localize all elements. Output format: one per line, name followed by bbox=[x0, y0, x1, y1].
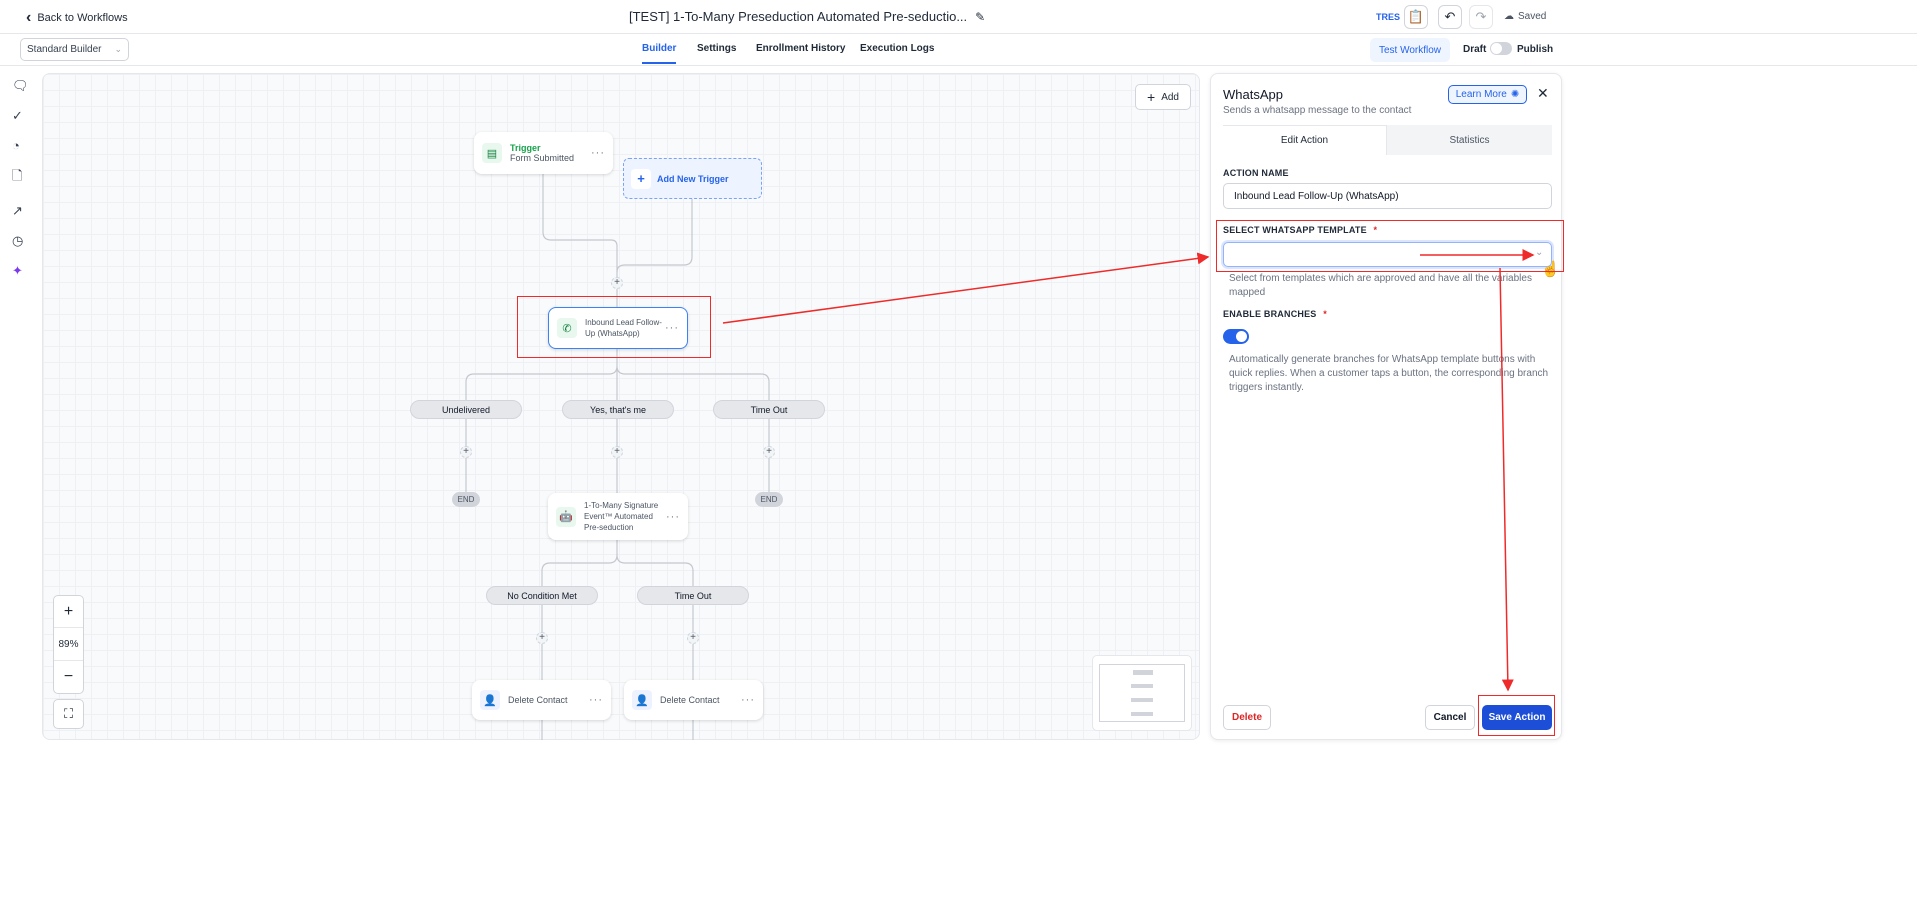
branch-no-condition-met[interactable]: No Condition Met bbox=[486, 586, 598, 605]
delete-contact-node[interactable]: 👤 Delete Contact ··· bbox=[624, 680, 763, 720]
plus-icon: + bbox=[631, 168, 651, 189]
template-label: SELECT WHATSAPP TEMPLATE * bbox=[1223, 225, 1378, 235]
panel-subtitle: Sends a whatsapp message to the contact bbox=[1223, 105, 1412, 116]
branch-undelivered[interactable]: Undelivered bbox=[410, 400, 522, 419]
branch-yes-thats-me[interactable]: Yes, that's me bbox=[562, 400, 674, 419]
zoom-controls: + 89% − bbox=[53, 595, 84, 694]
user-delete-icon: 👤 bbox=[632, 690, 652, 710]
connector bbox=[541, 539, 694, 586]
action-name-input[interactable]: Inbound Lead Follow-Up (WhatsApp) bbox=[1223, 183, 1552, 209]
chevron-down-icon: ⌄ bbox=[1535, 247, 1544, 258]
save-action-button[interactable]: Save Action bbox=[1482, 705, 1552, 730]
trigger-node[interactable]: ▤ Trigger Form Submitted ··· bbox=[474, 132, 613, 174]
user-delete-icon: 👤 bbox=[480, 690, 500, 710]
zoom-out-button[interactable]: − bbox=[54, 661, 83, 693]
zoom-level: 89% bbox=[54, 628, 83, 661]
more-icon[interactable]: ··· bbox=[665, 322, 679, 334]
minimap[interactable] bbox=[1092, 655, 1192, 731]
branch-time-out[interactable]: Time Out bbox=[637, 586, 749, 605]
connectors bbox=[465, 173, 770, 740]
tab-edit-action[interactable]: Edit Action bbox=[1223, 125, 1387, 155]
more-icon[interactable]: ··· bbox=[741, 694, 755, 706]
signature-event-node[interactable]: 🤖 1-To-Many Signature Event™ Automated P… bbox=[548, 493, 688, 540]
add-step-button[interactable]: + bbox=[611, 446, 623, 458]
branches-help: Automatically generate branches for What… bbox=[1229, 354, 1549, 393]
branches-label: ENABLE BRANCHES * bbox=[1223, 309, 1327, 319]
cancel-button[interactable]: Cancel bbox=[1425, 705, 1475, 730]
robot-icon: 🤖 bbox=[556, 506, 576, 527]
lightbulb-icon: ✺ bbox=[1510, 89, 1520, 100]
connector bbox=[542, 173, 618, 307]
end-node: END bbox=[755, 492, 783, 507]
more-icon[interactable]: ··· bbox=[591, 147, 605, 159]
enable-branches-toggle[interactable] bbox=[1223, 329, 1249, 344]
plus-icon: + bbox=[1147, 89, 1156, 105]
delete-button[interactable]: Delete bbox=[1223, 705, 1271, 730]
delete-contact-node[interactable]: 👤 Delete Contact ··· bbox=[472, 680, 611, 720]
action-name-label: ACTION NAME bbox=[1223, 168, 1289, 178]
more-icon[interactable]: ··· bbox=[589, 694, 603, 706]
add-step-button[interactable]: + bbox=[763, 446, 775, 458]
connector bbox=[616, 198, 693, 273]
clipboard-icon: ▤ bbox=[482, 143, 502, 163]
more-icon[interactable]: ··· bbox=[666, 511, 680, 523]
whatsapp-icon: ✆ bbox=[557, 318, 577, 338]
fit-view-button[interactable]: ⛶ bbox=[53, 699, 84, 729]
add-button[interactable]: + Add bbox=[1135, 84, 1191, 110]
add-step-button[interactable]: + bbox=[611, 277, 623, 289]
learn-more-button[interactable]: Learn More ✺ bbox=[1448, 85, 1527, 104]
template-select[interactable] bbox=[1223, 242, 1552, 267]
tab-statistics[interactable]: Statistics bbox=[1387, 125, 1552, 155]
add-step-button[interactable]: + bbox=[687, 632, 699, 644]
action-panel: WhatsApp Sends a whatsapp message to the… bbox=[1210, 73, 1562, 740]
panel-title: WhatsApp bbox=[1223, 87, 1283, 102]
add-step-button[interactable]: + bbox=[536, 632, 548, 644]
branch-time-out[interactable]: Time Out bbox=[713, 400, 825, 419]
add-new-trigger[interactable]: + Add New Trigger bbox=[623, 158, 762, 199]
expand-icon: ⛶ bbox=[63, 706, 74, 721]
template-help: Select from templates which are approved… bbox=[1229, 273, 1532, 298]
end-node: END bbox=[452, 492, 480, 507]
zoom-in-button[interactable]: + bbox=[54, 596, 83, 629]
add-step-button[interactable]: + bbox=[460, 446, 472, 458]
connector bbox=[465, 348, 770, 400]
close-icon[interactable]: ✕ bbox=[1537, 85, 1549, 102]
whatsapp-node[interactable]: ✆ Inbound Lead Follow-Up (WhatsApp) ··· bbox=[548, 307, 688, 349]
